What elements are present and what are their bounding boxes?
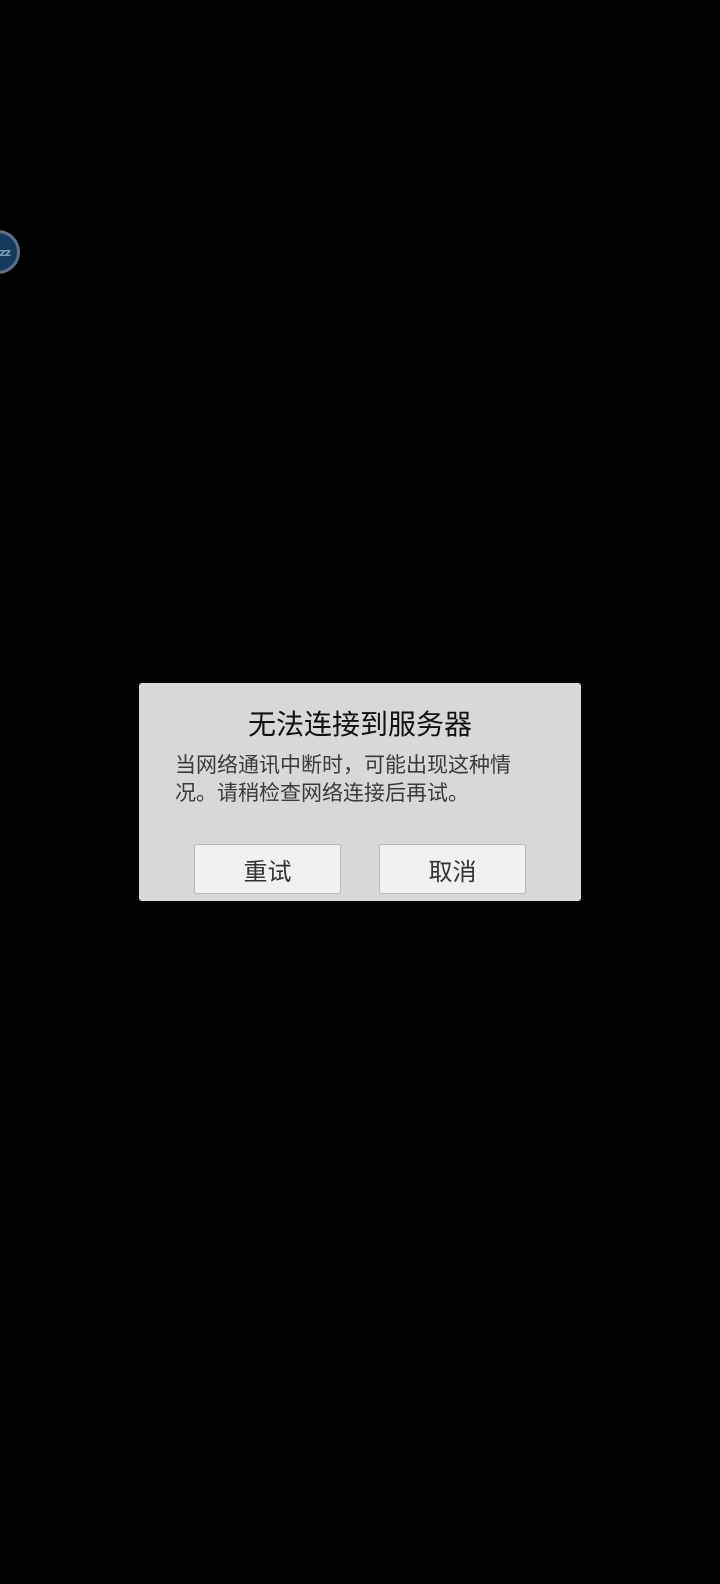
dialog-button-row: 重试 取消 bbox=[139, 844, 581, 894]
floating-bubble-label: zz bbox=[0, 245, 11, 259]
floating-bubble-icon[interactable]: zz bbox=[0, 230, 20, 274]
cancel-button[interactable]: 取消 bbox=[379, 844, 526, 894]
connection-error-dialog: 无法连接到服务器 当网络通讯中断时，可能出现这种情况。请稍检查网络连接后再试。 … bbox=[139, 683, 581, 901]
retry-button[interactable]: 重试 bbox=[194, 844, 341, 894]
cancel-button-label: 取消 bbox=[428, 857, 477, 886]
dialog-message: 当网络通讯中断时，可能出现这种情况。请稍检查网络连接后再试。 bbox=[175, 753, 511, 805]
retry-button-label: 重试 bbox=[243, 857, 292, 886]
dialog-title: 无法连接到服务器 bbox=[247, 708, 472, 741]
